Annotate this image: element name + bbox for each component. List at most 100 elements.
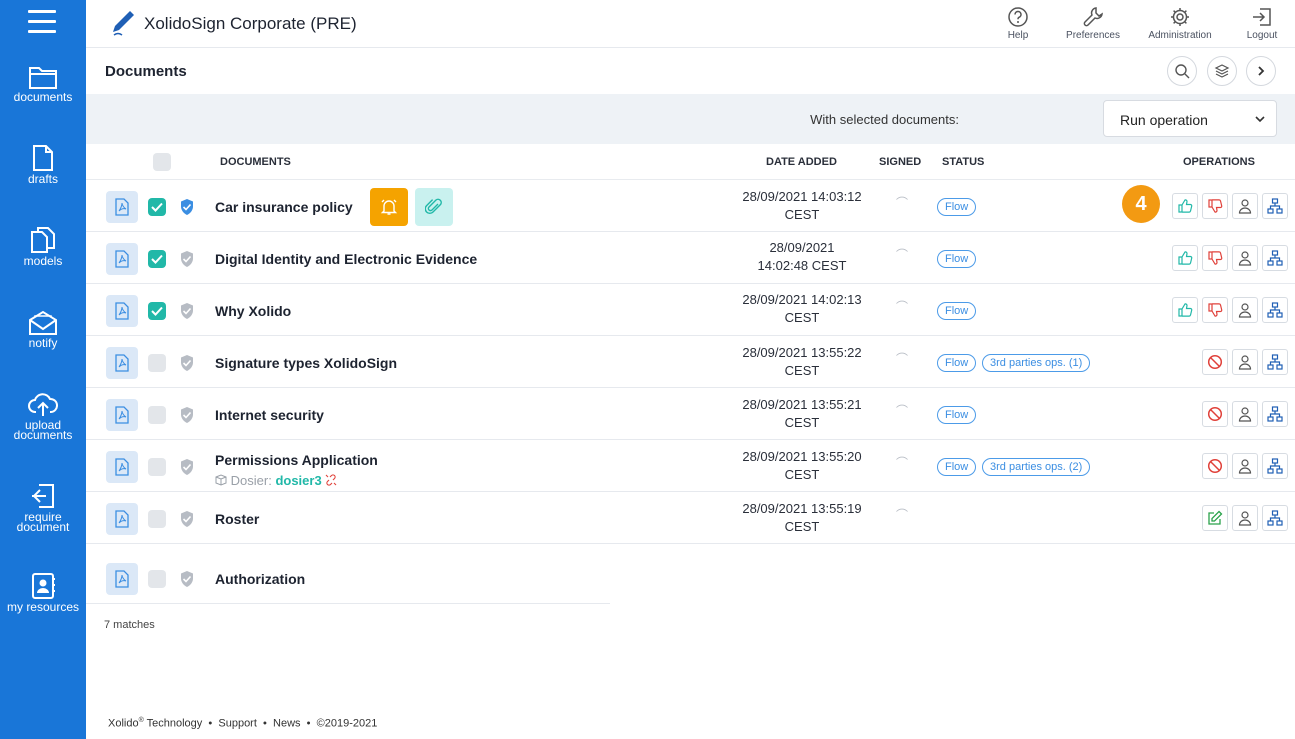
- pdf-icon: [115, 458, 129, 476]
- reject-button[interactable]: [1202, 245, 1228, 271]
- unlink-icon[interactable]: [325, 474, 337, 486]
- sidebar-item-require-document[interactable]: require document: [0, 482, 86, 533]
- document-name[interactable]: Permissions Application: [215, 452, 378, 468]
- footer-news-link[interactable]: News: [273, 718, 301, 730]
- sidebar-item-upload-documents[interactable]: upload documents: [0, 392, 86, 442]
- edit-button[interactable]: [1202, 505, 1228, 531]
- approve-button[interactable]: [1172, 245, 1198, 271]
- search-button[interactable]: [1167, 56, 1197, 86]
- document-name[interactable]: Digital Identity and Electronic Evidence: [215, 251, 477, 267]
- table-row[interactable]: Signature types XolidoSign 28/09/2021 13…: [86, 336, 1295, 388]
- sidebar-item-drafts[interactable]: drafts: [0, 144, 86, 185]
- thumbs-up-icon: [1178, 303, 1193, 317]
- pdf-preview-button[interactable]: [106, 563, 138, 595]
- reject-button[interactable]: [1202, 297, 1228, 323]
- cancel-button[interactable]: [1202, 349, 1228, 375]
- signer-button[interactable]: [1232, 505, 1258, 531]
- footer-support-link[interactable]: Support: [218, 718, 257, 730]
- hierarchy-icon: [1267, 510, 1283, 526]
- sidebar-item-documents[interactable]: documents: [0, 64, 86, 103]
- pdf-preview-button[interactable]: [106, 399, 138, 431]
- table-row[interactable]: Car insurance policy 28/09/2021 14:03:12…: [86, 180, 1295, 232]
- cancel-button[interactable]: [1202, 401, 1228, 427]
- table-row[interactable]: Authorization: [86, 552, 1295, 604]
- column-documents[interactable]: DOCUMENTS: [220, 156, 291, 168]
- workflow-button[interactable]: [1262, 193, 1288, 219]
- shield-check-icon: [181, 511, 193, 527]
- row-checkbox[interactable]: [148, 302, 166, 320]
- reject-button[interactable]: [1202, 193, 1228, 219]
- hamburger-line: [28, 20, 56, 23]
- document-name[interactable]: Roster: [215, 511, 259, 527]
- row-checkbox[interactable]: [148, 570, 166, 588]
- row-checkbox[interactable]: [148, 510, 166, 528]
- box-icon: [215, 474, 227, 486]
- user-icon: [1238, 511, 1252, 526]
- approve-button[interactable]: [1172, 297, 1198, 323]
- workflow-button[interactable]: [1262, 245, 1288, 271]
- pdf-preview-button[interactable]: [106, 347, 138, 379]
- column-date-added[interactable]: DATE ADDED: [766, 156, 837, 168]
- help-button[interactable]: Help: [1003, 6, 1033, 41]
- cancel-button[interactable]: [1202, 453, 1228, 479]
- signer-button[interactable]: [1232, 453, 1258, 479]
- workflow-button[interactable]: [1262, 349, 1288, 375]
- signer-button[interactable]: [1232, 297, 1258, 323]
- pdf-preview-button[interactable]: [106, 503, 138, 535]
- run-operation-select[interactable]: Run operation: [1103, 100, 1277, 137]
- table-row[interactable]: Internet security 28/09/2021 13:55:21 CES…: [86, 388, 1295, 440]
- signer-button[interactable]: [1232, 245, 1258, 271]
- date-added: 28/09/2021 13:55:22 CEST: [712, 344, 892, 380]
- table-row[interactable]: Digital Identity and Electronic Evidence…: [86, 232, 1295, 284]
- help-label: Help: [1007, 30, 1029, 41]
- preferences-button[interactable]: Preferences: [1060, 6, 1126, 41]
- signer-button[interactable]: [1232, 349, 1258, 375]
- signer-button[interactable]: [1232, 401, 1258, 427]
- workflow-button[interactable]: [1262, 297, 1288, 323]
- workflow-button[interactable]: [1262, 401, 1288, 427]
- signed-indicator: ⌒: [896, 300, 909, 314]
- dosier-info: Dosier: dosier3: [215, 473, 337, 488]
- app-title: XolidoSign Corporate (PRE): [144, 14, 357, 33]
- document-name[interactable]: Internet security: [215, 407, 324, 423]
- status-tag: Flow: [937, 198, 977, 216]
- attachment-button[interactable]: [415, 188, 453, 226]
- pdf-preview-button[interactable]: [106, 191, 138, 223]
- approve-button[interactable]: [1172, 193, 1198, 219]
- document-name[interactable]: Why Xolido: [215, 303, 291, 319]
- table-row[interactable]: Why Xolido 28/09/2021 14:02:13 CEST ⌒ Flo…: [86, 284, 1295, 336]
- document-name[interactable]: Car insurance policy: [215, 199, 353, 215]
- next-button[interactable]: [1246, 56, 1276, 86]
- row-checkbox[interactable]: [148, 458, 166, 476]
- menu-toggle-button[interactable]: [28, 10, 56, 34]
- sidebar-item-notify[interactable]: notify: [0, 310, 86, 349]
- row-checkbox[interactable]: [148, 354, 166, 372]
- pdf-preview-button[interactable]: [106, 295, 138, 327]
- workflow-button[interactable]: [1262, 505, 1288, 531]
- logout-button[interactable]: Logout: [1242, 6, 1282, 41]
- row-checkbox[interactable]: [148, 406, 166, 424]
- sidebar-item-my-resources[interactable]: my resources: [0, 572, 86, 613]
- help-icon: [1008, 7, 1028, 27]
- pen-icon: [113, 11, 134, 36]
- dosier-link[interactable]: dosier3: [275, 473, 321, 488]
- document-name[interactable]: Signature types XolidoSign: [215, 355, 397, 371]
- pdf-preview-button[interactable]: [106, 243, 138, 275]
- row-checkbox[interactable]: [148, 250, 166, 268]
- reminder-button[interactable]: [370, 188, 408, 226]
- row-checkbox[interactable]: [148, 198, 166, 216]
- administration-button[interactable]: Administration: [1140, 6, 1220, 41]
- date-line: 28/09/2021 13:55:22: [742, 345, 862, 360]
- sidebar-item-label: upload documents: [13, 418, 73, 442]
- table-row[interactable]: Roster 28/09/2021 13:55:19 CEST ⌒: [86, 492, 1295, 544]
- search-icon: [1175, 64, 1190, 79]
- sidebar-item-models[interactable]: models: [0, 226, 86, 267]
- layers-button[interactable]: [1207, 56, 1237, 86]
- date-line: 28/09/2021 13:55:20: [742, 449, 862, 464]
- signer-button[interactable]: [1232, 193, 1258, 219]
- document-name[interactable]: Authorization: [215, 571, 305, 587]
- table-row[interactable]: Permissions Application Dosier: dosier3 …: [86, 440, 1295, 492]
- workflow-button[interactable]: [1262, 453, 1288, 479]
- select-all-checkbox[interactable]: [153, 153, 171, 171]
- pdf-preview-button[interactable]: [106, 451, 138, 483]
